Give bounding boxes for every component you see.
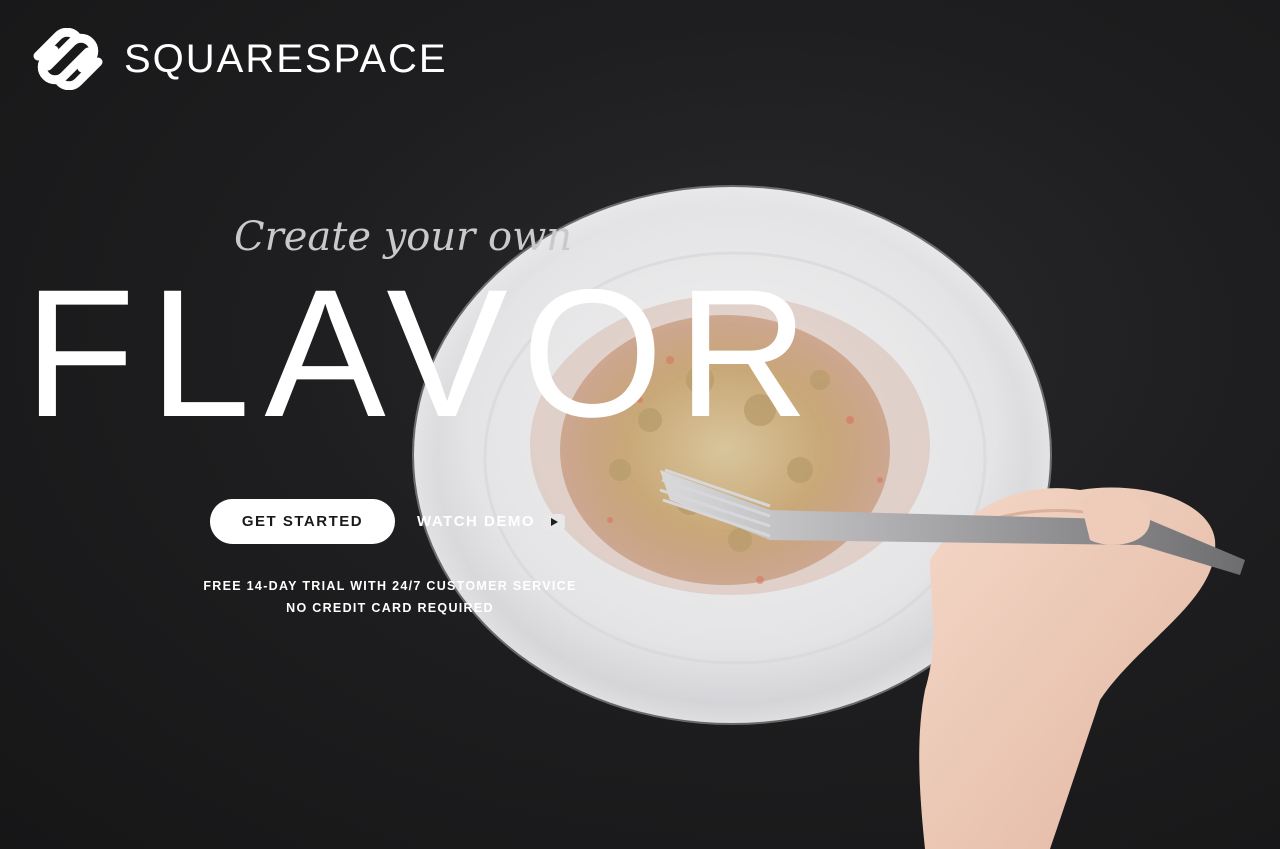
squarespace-logo-icon xyxy=(33,28,103,90)
trial-note: FREE 14-DAY TRIAL WITH 24/7 CUSTOMER SER… xyxy=(203,579,577,593)
no-credit-card-note: NO CREDIT CARD REQUIRED xyxy=(286,601,494,615)
hero-headline: FLAVOR xyxy=(24,251,823,455)
brand-name: SQUARESPACE xyxy=(124,36,448,81)
play-video-icon xyxy=(543,513,566,530)
watch-demo-link[interactable]: WATCH DEMO xyxy=(417,513,566,530)
get-started-button[interactable]: GET STARTED xyxy=(210,499,395,544)
brand-logo[interactable]: SQUARESPACE xyxy=(30,28,448,90)
watch-demo-label: WATCH DEMO xyxy=(417,513,536,530)
cta-row: GET STARTED WATCH DEMO xyxy=(210,499,566,544)
